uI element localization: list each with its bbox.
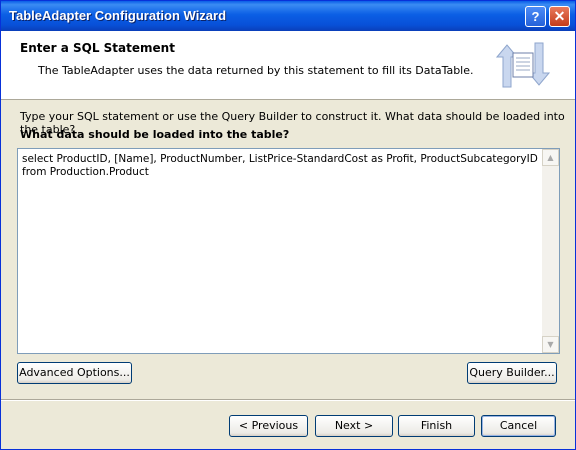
cancel-button[interactable]: Cancel [481, 415, 556, 437]
page-description: The TableAdapter uses the data returned … [38, 64, 474, 77]
data-exchange-icon [495, 42, 551, 88]
advanced-options-button[interactable]: Advanced Options... [17, 362, 132, 384]
query-builder-button[interactable]: Query Builder... [467, 362, 557, 384]
sql-statement-input[interactable]: select ProductID, [Name], ProductNumber,… [17, 148, 560, 354]
title-bar[interactable]: TableAdapter Configuration Wizard ? ✕ [1, 1, 575, 31]
sql-prompt-label: What data should be loaded into the tabl… [20, 128, 290, 141]
wizard-window: TableAdapter Configuration Wizard ? ✕ En… [0, 0, 576, 450]
next-button[interactable]: Next > [315, 415, 393, 437]
page-title: Enter a SQL Statement [20, 41, 175, 55]
scroll-down-icon[interactable]: ▼ [542, 336, 559, 353]
sql-scrollbar[interactable]: ▲ ▼ [542, 149, 559, 353]
window-title: TableAdapter Configuration Wizard [9, 8, 227, 23]
sql-statement-text[interactable]: select ProductID, [Name], ProductNumber,… [22, 153, 542, 179]
button-separator [1, 399, 575, 401]
close-button[interactable]: ✕ [549, 6, 570, 27]
previous-button[interactable]: < Previous [229, 415, 308, 437]
finish-button[interactable]: Finish [398, 415, 475, 437]
help-button[interactable]: ? [525, 6, 546, 27]
scroll-up-icon[interactable]: ▲ [542, 149, 559, 166]
wizard-header: Enter a SQL Statement The TableAdapter u… [1, 31, 575, 100]
